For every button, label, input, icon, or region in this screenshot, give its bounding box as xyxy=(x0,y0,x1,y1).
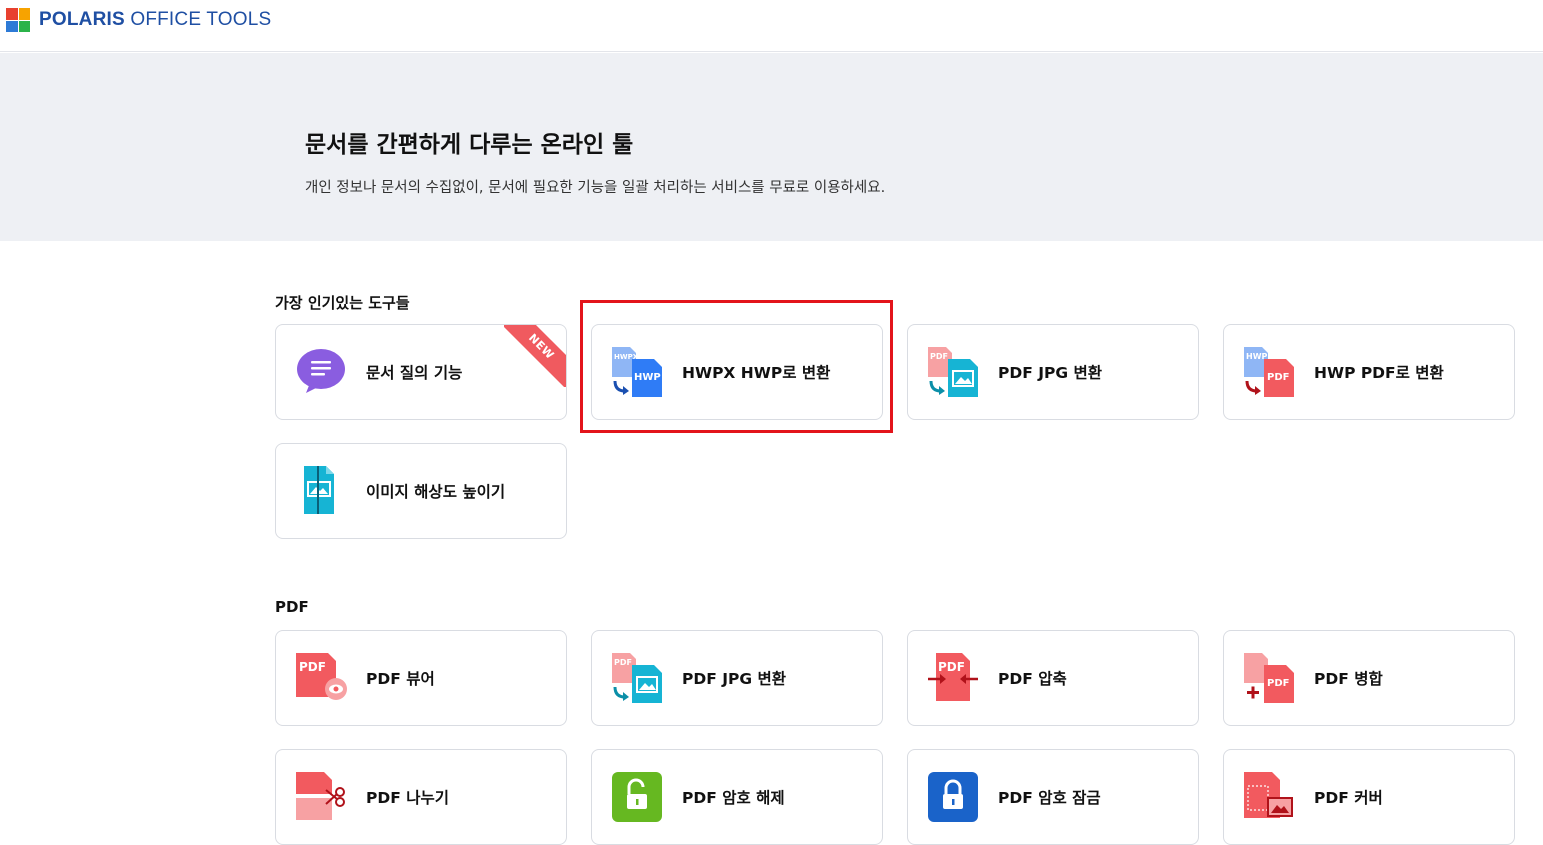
tool-label: PDF 뷰어 xyxy=(366,670,435,688)
image-upscale-icon xyxy=(296,466,348,516)
tool-label: PDF 병합 xyxy=(1314,670,1383,688)
tool-label: HWP PDF로 변환 xyxy=(1314,364,1444,382)
tool-card-pdf-to-jpg-2[interactable]: PDF PDF JPG 변환 xyxy=(591,630,883,726)
polaris-logo[interactable]: POLARIS OFFICE TOOLS xyxy=(6,8,271,32)
pdf-to-jpg-icon: PDF xyxy=(612,653,664,703)
svg-text:HWP: HWP xyxy=(634,372,661,383)
tool-card-image-upscale[interactable]: 이미지 해상도 높이기 xyxy=(275,443,567,539)
tool-card-pdf-to-jpg[interactable]: PDF PDF JPG 변환 xyxy=(907,324,1199,420)
polaris-logo-icon xyxy=(6,8,30,32)
pdf-split-icon xyxy=(296,772,348,822)
tool-card-pdf-cover[interactable]: PDF 커버 xyxy=(1223,749,1515,845)
tool-label: 이미지 해상도 높이기 xyxy=(366,483,506,501)
pdf-merge-icon: PDF xyxy=(1244,653,1296,703)
tool-label: PDF 암호 잠금 xyxy=(998,789,1101,807)
top-bar: POLARIS OFFICE TOOLS xyxy=(0,0,1543,52)
tool-card-hwpx-to-hwp[interactable]: HWPX HWP HWPX HWP로 변환 xyxy=(591,324,883,420)
hero-banner: 문서를 간편하게 다루는 온라인 툴 개인 정보나 문서의 수집없이, 문서에 … xyxy=(0,53,1543,241)
svg-text:PDF: PDF xyxy=(614,658,632,667)
tool-card-pdf-merge[interactable]: PDF PDF 병합 xyxy=(1223,630,1515,726)
tool-label: PDF 압축 xyxy=(998,670,1067,688)
pdf-lock-icon xyxy=(928,772,980,822)
pdf-compress-icon: PDF xyxy=(928,653,980,703)
tool-card-document-qa[interactable]: 문서 질의 기능 NEW xyxy=(275,324,567,420)
svg-text:PDF: PDF xyxy=(1267,678,1289,689)
tool-label: PDF 암호 해제 xyxy=(682,789,785,807)
pdf-to-jpg-icon: PDF xyxy=(928,347,980,397)
page-title: 문서를 간편하게 다루는 온라인 툴 xyxy=(305,132,634,158)
svg-text:PDF: PDF xyxy=(299,660,326,674)
tool-card-pdf-compress[interactable]: PDF PDF 압축 xyxy=(907,630,1199,726)
svg-text:PDF: PDF xyxy=(938,660,965,674)
tool-label: PDF 커버 xyxy=(1314,789,1383,807)
tool-label: PDF 나누기 xyxy=(366,789,449,807)
pdf-unlock-icon xyxy=(612,772,664,822)
tool-label: HWPX HWP로 변환 xyxy=(682,364,831,382)
pdf-viewer-icon: PDF xyxy=(296,653,348,703)
tool-card-hwp-to-pdf[interactable]: HWP PDF HWP PDF로 변환 xyxy=(1223,324,1515,420)
logo-text: POLARIS OFFICE TOOLS xyxy=(39,9,272,30)
tool-label: PDF JPG 변환 xyxy=(998,364,1102,382)
svg-text:PDF: PDF xyxy=(1267,372,1289,383)
pdf-section-title: PDF xyxy=(275,598,309,616)
tool-label: 문서 질의 기능 xyxy=(366,364,463,382)
tool-label: PDF JPG 변환 xyxy=(682,670,786,688)
pdf-cover-icon xyxy=(1244,772,1296,822)
page-subtitle: 개인 정보나 문서의 수집없이, 문서에 필요한 기능을 일괄 처리하는 서비스… xyxy=(305,180,886,196)
tool-card-pdf-unlock[interactable]: PDF 암호 해제 xyxy=(591,749,883,845)
svg-text:PDF: PDF xyxy=(930,352,948,361)
tool-card-pdf-lock[interactable]: PDF 암호 잠금 xyxy=(907,749,1199,845)
chat-bubble-icon xyxy=(296,347,348,397)
tool-card-pdf-viewer[interactable]: PDF PDF 뷰어 xyxy=(275,630,567,726)
popular-section-title: 가장 인기있는 도구들 xyxy=(275,294,410,312)
hwpx-to-hwp-icon: HWPX HWP xyxy=(612,347,664,397)
new-badge: NEW xyxy=(504,325,566,387)
tool-card-pdf-split[interactable]: PDF 나누기 xyxy=(275,749,567,845)
hwp-to-pdf-icon: HWP PDF xyxy=(1244,347,1296,397)
